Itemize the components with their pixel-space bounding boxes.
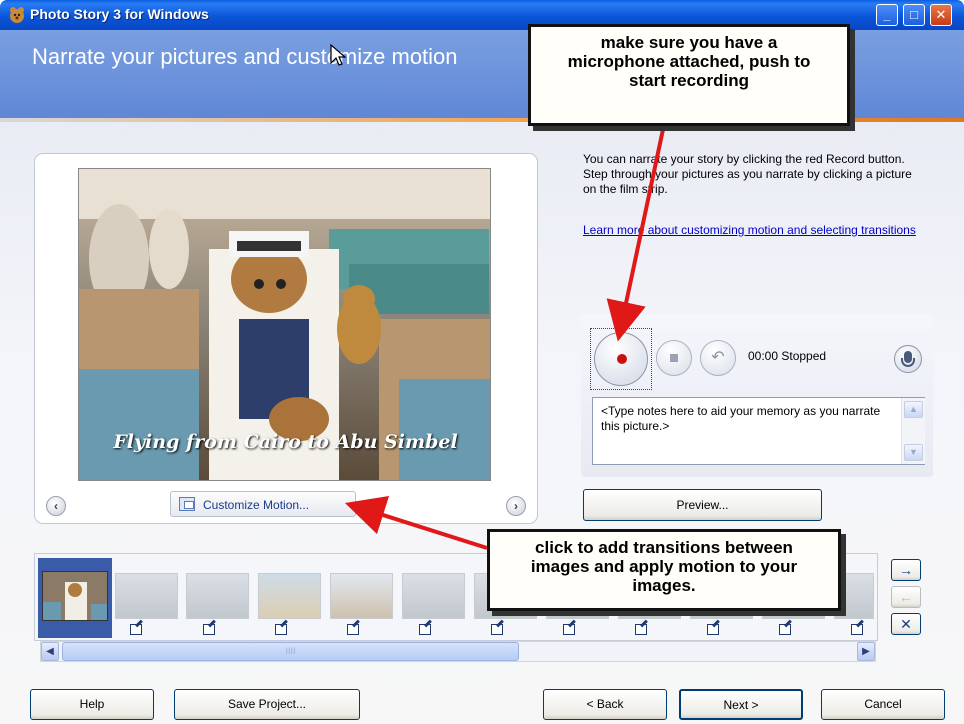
mouse-cursor-icon bbox=[330, 44, 347, 66]
callout-transitions-line-2: images and apply motion to your bbox=[530, 557, 798, 576]
arrow-to-record bbox=[606, 119, 667, 342]
callout-transitions-line-3: images. bbox=[632, 576, 696, 595]
arrow-to-customize-motion bbox=[344, 495, 488, 550]
callout-record-line-1: make sure you have a bbox=[600, 33, 778, 52]
callout-record: make sure you have a microphone attached… bbox=[528, 24, 850, 126]
callout-record-line-2: microphone attached, push to bbox=[567, 52, 811, 71]
callout-transitions: click to add transitions between images … bbox=[487, 529, 841, 611]
callout-record-line-3: start recording bbox=[629, 71, 749, 90]
callout-transitions-line-1: click to add transitions between bbox=[535, 538, 793, 557]
